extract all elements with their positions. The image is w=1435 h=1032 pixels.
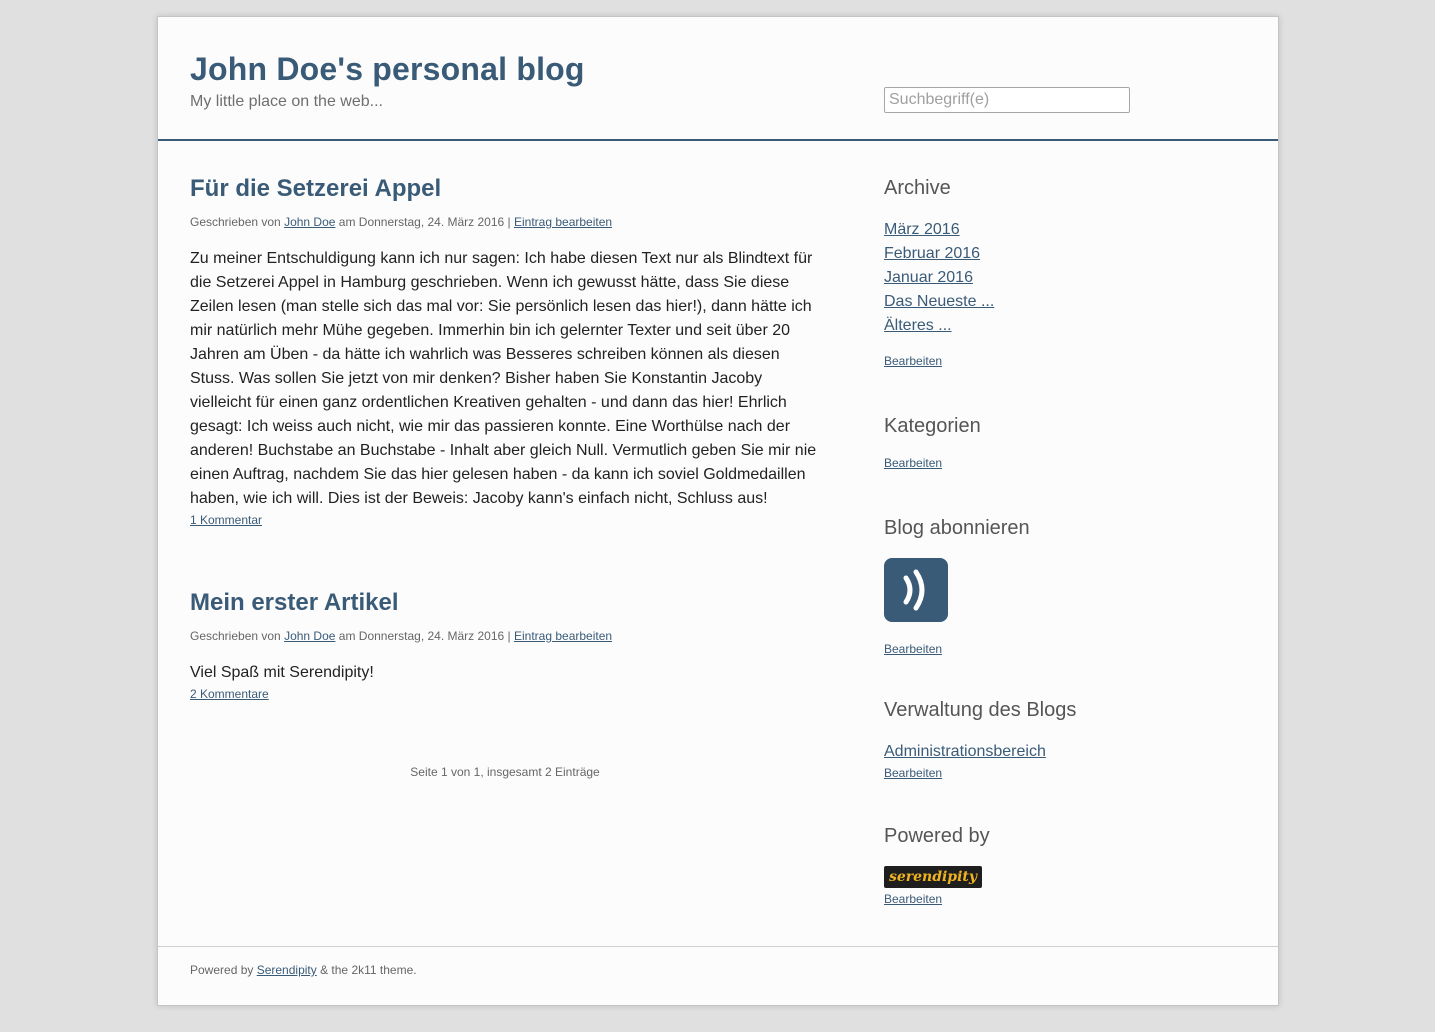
entry-title[interactable]: Für die Setzerei Appel xyxy=(190,175,820,203)
admin-area-link[interactable]: Administrationsbereich xyxy=(884,743,1046,760)
blog-entry: Für die Setzerei Appel Geschrieben von J… xyxy=(190,175,820,527)
powered-widget: Powered by serendipity Bearbeiten xyxy=(884,825,1224,908)
author-link[interactable]: John Doe xyxy=(284,629,335,643)
admin-title: Verwaltung des Blogs xyxy=(884,699,1077,721)
archive-widget: Archive März 2016 Februar 2016 Januar 20… xyxy=(884,177,1224,370)
subscribe-edit-link[interactable]: Bearbeiten xyxy=(884,642,942,656)
archive-list: März 2016 Februar 2016 Januar 2016 Das N… xyxy=(884,218,1224,338)
author-link[interactable]: John Doe xyxy=(284,215,335,229)
footer-suffix: & the 2k11 theme. xyxy=(316,963,417,977)
archive-link[interactable]: Das Neueste ... xyxy=(884,293,994,310)
meta-prefix: Geschrieben von xyxy=(190,215,285,229)
page-container: John Doe's personal blog My little place… xyxy=(157,16,1279,1006)
comments-link[interactable]: 1 Kommentar xyxy=(190,513,820,527)
comments-link[interactable]: 2 Kommentare xyxy=(190,687,820,701)
meta-prefix: Geschrieben von xyxy=(190,629,285,643)
edit-entry-link[interactable]: Eintrag bearbeiten xyxy=(514,215,612,229)
site-banner: John Doe's personal blog My little place… xyxy=(158,17,1278,141)
powered-edit-link[interactable]: Bearbeiten xyxy=(884,892,942,906)
archive-item: Februar 2016 xyxy=(884,242,1224,266)
admin-item: Administrationsbereich xyxy=(884,740,1224,764)
admin-widget: Verwaltung des Blogs Administrationsbere… xyxy=(884,699,1224,782)
archive-link[interactable]: Januar 2016 xyxy=(884,269,973,286)
archive-item: Das Neueste ... xyxy=(884,290,1224,314)
footer-serendipity-link[interactable]: Serendipity xyxy=(257,963,317,977)
archive-item: März 2016 xyxy=(884,218,1224,242)
archive-link[interactable]: Älteres ... xyxy=(884,317,952,334)
meta-date: am Donnerstag, 24. März 2016 | xyxy=(335,629,514,643)
rss-feed-icon-graphic xyxy=(903,569,925,611)
admin-edit-link[interactable]: Bearbeiten xyxy=(884,766,942,780)
edit-entry-link[interactable]: Eintrag bearbeiten xyxy=(514,629,612,643)
serendipity-logo: serendipity xyxy=(884,866,982,888)
categories-title: Kategorien xyxy=(884,415,981,437)
archive-title: Archive xyxy=(884,177,951,199)
entry-meta: Geschrieben von John Doe am Donnerstag, … xyxy=(190,215,820,229)
entry-body: Zu meiner Entschuldigung kann ich nur sa… xyxy=(190,250,817,507)
archive-item: Älteres ... xyxy=(884,314,1224,338)
entry-body: Viel Spaß mit Serendipity! xyxy=(190,664,374,681)
footer-text: Powered by Serendipity & the 2k11 theme. xyxy=(190,963,417,977)
site-footer: Powered by Serendipity & the 2k11 theme. xyxy=(158,946,1278,1006)
search-input[interactable] xyxy=(884,87,1130,113)
admin-list: Administrationsbereich xyxy=(884,740,1224,764)
archive-link[interactable]: März 2016 xyxy=(884,221,960,238)
serendipity-logo-link[interactable]: serendipity xyxy=(884,866,1224,888)
meta-date: am Donnerstag, 24. März 2016 | xyxy=(335,215,514,229)
subscribe-title: Blog abonnieren xyxy=(884,517,1030,539)
pagination-info: Seite 1 von 1, insgesamt 2 Einträge xyxy=(410,765,600,779)
archive-link[interactable]: Februar 2016 xyxy=(884,245,980,262)
blog-entry: Mein erster Artikel Geschrieben von John… xyxy=(190,589,820,701)
archive-item: Januar 2016 xyxy=(884,266,1224,290)
entry-title[interactable]: Mein erster Artikel xyxy=(190,589,820,617)
powered-title: Powered by xyxy=(884,825,990,847)
site-description: My little place on the web... xyxy=(190,93,383,110)
rss-feed-icon[interactable] xyxy=(884,558,948,622)
entry-meta: Geschrieben von John Doe am Donnerstag, … xyxy=(190,629,820,643)
archive-edit-link[interactable]: Bearbeiten xyxy=(884,354,942,368)
footer-prefix: Powered by xyxy=(190,963,257,977)
site-title[interactable]: John Doe's personal blog xyxy=(190,51,585,88)
categories-edit-link[interactable]: Bearbeiten xyxy=(884,456,942,470)
subscribe-widget: Blog abonnieren Bearbeiten xyxy=(884,517,1224,658)
categories-widget: Kategorien Bearbeiten xyxy=(884,415,1224,472)
